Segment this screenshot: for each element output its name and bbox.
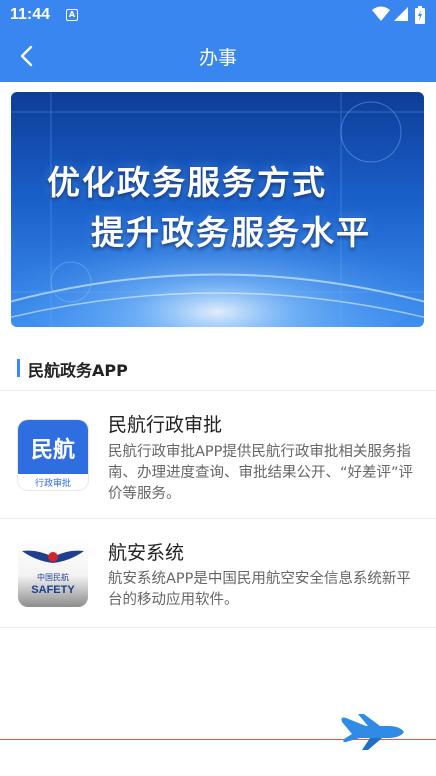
app-list-item-approval[interactable]: 民航 行政审批 民航行政审批 民航行政审批APP提供民航行政审批相关服务指南、办… [0, 392, 436, 519]
safety-icon-text: SAFETY [31, 584, 75, 596]
wifi-icon [372, 6, 390, 21]
promo-banner[interactable]: 优化政务服务方式 提升政务服务水平 [11, 92, 424, 327]
approval-icon-text: 民航 [31, 437, 75, 463]
section-header: 民航政务APP [0, 348, 436, 391]
approval-logo-graphic: 民航 行政审批 [18, 420, 88, 489]
approval-app-icon: 民航 行政审批 [18, 420, 88, 490]
section-accent-bar [17, 359, 20, 377]
banner-headline-2: 提升政务服务水平 [91, 213, 371, 252]
status-time: 11:44 [10, 6, 51, 23]
signal-icon [394, 7, 408, 21]
app-list-item-safety[interactable]: 中国民航 SAFETY 航安系统 航安系统APP是中国民用航空安全信息系统新平台… [0, 519, 436, 628]
page-title: 办事 [198, 47, 237, 69]
approval-icon-caption: 行政审批 [35, 477, 71, 489]
battery-icon [415, 6, 425, 24]
app-description: 航安系统APP是中国民用航空安全信息系统新平台的移动应用软件。 [108, 571, 411, 608]
banner-headline-1: 优化政务服务方式 [47, 163, 327, 202]
airplane-icon [341, 714, 404, 750]
app-name: 民航行政审批 [108, 414, 223, 436]
safety-app-icon: 中国民航 SAFETY [18, 537, 88, 607]
app-description: 民航行政审批APP提供民航行政审批相关服务指南、办理进度查询、审批结果公开、“好… [108, 444, 414, 502]
section-title: 民航政务APP [28, 361, 128, 380]
app-bar: 办事 [0, 30, 436, 82]
status-bar: 11:44 A [0, 0, 436, 30]
safety-icon-caption: 中国民航 [37, 572, 69, 582]
safety-logo-graphic: 中国民航 SAFETY [22, 550, 84, 596]
notification-icon: A [66, 9, 78, 21]
app-name: 航安系统 [108, 542, 185, 564]
